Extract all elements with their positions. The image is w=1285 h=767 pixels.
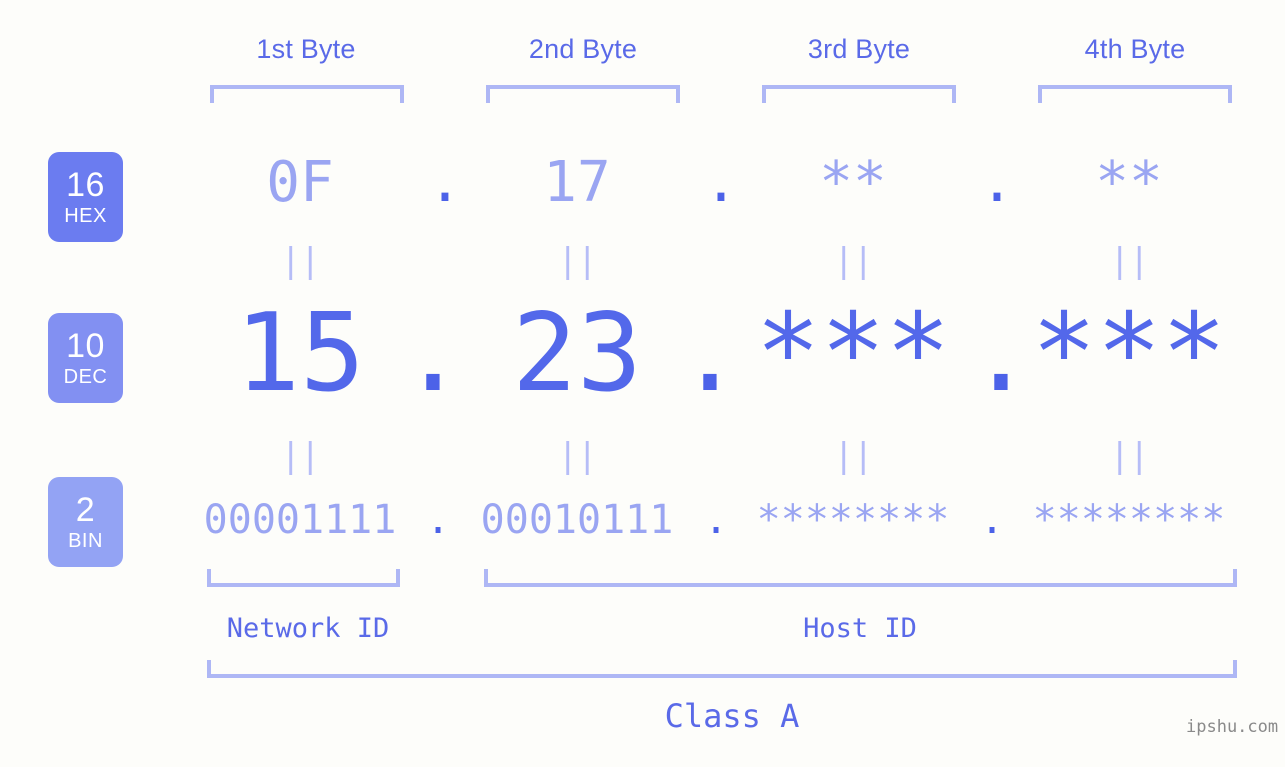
hex-byte-value-2: 17 xyxy=(543,150,611,215)
binary-separator-2: . xyxy=(703,497,729,543)
binary-separator-1: . xyxy=(425,497,451,543)
byte-header-label-2: 2nd Byte xyxy=(528,34,638,64)
watermark: ipshu.com xyxy=(1186,717,1279,737)
decimal-separator-2: . xyxy=(677,291,743,416)
hex-byte-value-4: ** xyxy=(1095,150,1163,215)
binary-byte-value-3: ******** xyxy=(756,497,950,543)
base-badge-bin-name: BIN xyxy=(68,530,103,552)
binary-byte-value-2: 00010111 xyxy=(480,497,674,543)
byte-bracket-4 xyxy=(1038,85,1232,103)
base-badge-dec: 10 DEC xyxy=(48,313,123,403)
byte-header-label-4: 4th Byte xyxy=(1084,34,1186,64)
byte-bracket-2 xyxy=(486,85,680,103)
base-badge-dec-name: DEC xyxy=(63,366,108,388)
equivalence-mark-hex-dec-2: || xyxy=(557,241,598,281)
decimal-separator-1: . xyxy=(400,291,466,416)
binary-byte-value-4: ******** xyxy=(1032,497,1226,543)
base-badge-hex-number: 16 xyxy=(66,166,105,204)
network-id-bracket xyxy=(207,569,400,587)
class-label: Class A xyxy=(664,697,800,735)
decimal-byte-value-2: 23 xyxy=(511,291,643,416)
hex-byte-value-3: ** xyxy=(819,150,887,215)
binary-separator-3: . xyxy=(979,497,1005,543)
base-badge-hex: 16 HEX xyxy=(48,152,123,242)
base-badge-bin-number: 2 xyxy=(75,491,96,529)
decimal-byte-value-1: 15 xyxy=(234,291,366,416)
base-badge-dec-number: 10 xyxy=(66,327,105,365)
binary-byte-value-1: 00001111 xyxy=(203,497,397,543)
equivalence-mark-hex-dec-3: || xyxy=(833,241,874,281)
ip-byte-diagram: 1st Byte 2nd Byte 3rd Byte 4th Byte 16 H… xyxy=(0,0,1285,767)
network-id-label: Network ID xyxy=(226,613,390,644)
equivalence-mark-hex-dec-4: || xyxy=(1109,241,1150,281)
equivalence-mark-dec-bin-4: || xyxy=(1109,436,1150,476)
decimal-byte-value-4: *** xyxy=(1031,291,1227,416)
base-badge-bin: 2 BIN xyxy=(48,477,123,567)
byte-header-label-1: 1st Byte xyxy=(256,34,356,64)
class-bracket xyxy=(207,660,1237,678)
byte-bracket-3 xyxy=(762,85,956,103)
byte-header-label-3: 3rd Byte xyxy=(807,34,911,64)
equivalence-mark-hex-dec-1: || xyxy=(280,241,321,281)
equivalence-mark-dec-bin-1: || xyxy=(280,436,321,476)
hex-byte-value-1: 0F xyxy=(266,150,334,215)
byte-bracket-1 xyxy=(210,85,404,103)
host-id-label: Host ID xyxy=(803,613,917,644)
host-id-bracket xyxy=(484,569,1237,587)
base-badge-hex-name: HEX xyxy=(64,205,107,227)
equivalence-mark-dec-bin-3: || xyxy=(833,436,874,476)
equivalence-mark-dec-bin-2: || xyxy=(557,436,598,476)
decimal-byte-value-3: *** xyxy=(755,291,951,416)
